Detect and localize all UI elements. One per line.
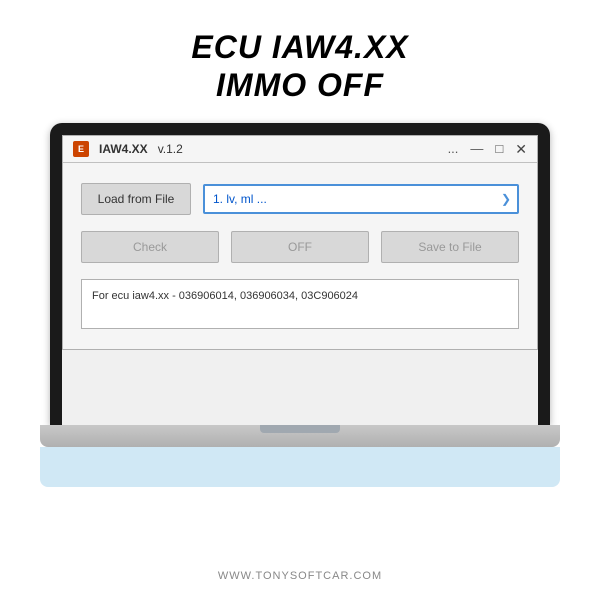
title-line2: IMMO OFF <box>216 67 384 103</box>
laptop-notch <box>260 425 340 433</box>
version-label: v.1.2 <box>158 142 438 156</box>
row-actions: Check OFF Save to File <box>81 231 519 263</box>
row-controls: Load from File 1. lv, ml ... ❯ <box>81 183 519 215</box>
app-icon: E <box>73 141 89 157</box>
file-type-dropdown[interactable]: 1. lv, ml ... <box>203 184 519 214</box>
laptop-shadow-bar <box>40 447 560 487</box>
app-name-label: IAW4.XX <box>99 142 148 156</box>
window-ellipsis: ... <box>448 142 459 155</box>
off-button[interactable]: OFF <box>231 231 369 263</box>
laptop-screen-bezel: E IAW4.XX v.1.2 ... — □ ✕ Load from <box>50 123 550 425</box>
check-button[interactable]: Check <box>81 231 219 263</box>
close-button[interactable]: ✕ <box>515 142 527 156</box>
page-title-area: ECU IAW4.XX IMMO OFF <box>0 0 600 123</box>
dropdown-wrapper: 1. lv, ml ... ❯ <box>203 184 519 214</box>
minimize-button[interactable]: — <box>470 142 483 155</box>
footer-url: WWW.TONYSOFTCAR.COM <box>218 570 382 582</box>
window-controls: ... — □ ✕ <box>448 142 527 156</box>
laptop-wrapper: E IAW4.XX v.1.2 ... — □ ✕ Load from <box>40 123 560 600</box>
page-footer: WWW.TONYSOFTCAR.COM <box>0 560 600 592</box>
window-body: Load from File 1. lv, ml ... ❯ Check OFF… <box>63 163 537 349</box>
page-title: ECU IAW4.XX IMMO OFF <box>20 28 580 105</box>
laptop-base <box>40 425 560 447</box>
maximize-button[interactable]: □ <box>495 142 503 155</box>
laptop-screen: E IAW4.XX v.1.2 ... — □ ✕ Load from <box>62 135 538 425</box>
app-window: E IAW4.XX v.1.2 ... — □ ✕ Load from <box>62 135 538 350</box>
save-to-file-button[interactable]: Save to File <box>381 231 519 263</box>
info-text-box: For ecu iaw4.xx - 036906014, 036906034, … <box>81 279 519 329</box>
load-from-file-button[interactable]: Load from File <box>81 183 191 215</box>
window-titlebar: E IAW4.XX v.1.2 ... — □ ✕ <box>63 136 537 163</box>
title-line1: ECU IAW4.XX <box>191 29 408 65</box>
